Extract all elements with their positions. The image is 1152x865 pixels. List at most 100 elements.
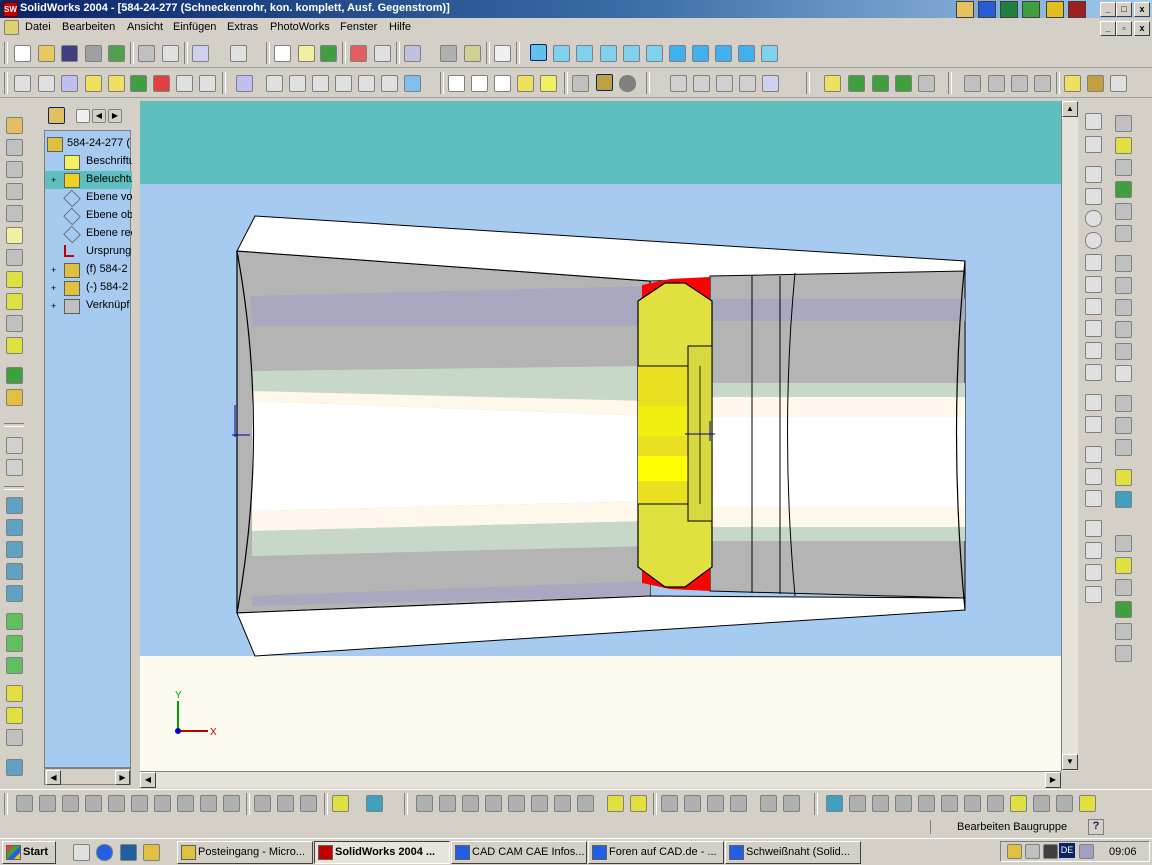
section-tool-icon[interactable] (6, 541, 23, 558)
tool-40-icon[interactable] (1010, 795, 1027, 812)
outlook-app-icon[interactable] (1046, 1, 1064, 18)
scroll-left-icon[interactable]: ◀ (46, 770, 61, 785)
tray-1-icon[interactable] (1007, 844, 1022, 859)
feature-17-icon[interactable] (1115, 491, 1132, 508)
tool-22-icon[interactable] (554, 795, 571, 812)
quick-launch-media-icon[interactable] (120, 844, 137, 861)
tray-4-icon[interactable] (1079, 844, 1094, 859)
tool-10-icon[interactable] (223, 795, 240, 812)
minimize-button[interactable]: _ (1100, 2, 1116, 17)
open-icon[interactable] (38, 45, 55, 62)
three-point-arc-icon[interactable] (1085, 276, 1102, 293)
tool-4-icon[interactable] (85, 795, 102, 812)
preview-icon[interactable] (162, 45, 179, 62)
color-icon[interactable] (350, 45, 367, 62)
zebra-icon[interactable] (693, 75, 710, 92)
tool-12-icon[interactable] (277, 795, 294, 812)
feature-19-icon[interactable] (1115, 557, 1132, 574)
tangent-arc-icon[interactable] (1085, 254, 1102, 271)
view-bottom-icon[interactable] (646, 45, 663, 62)
task-solidworks[interactable]: SolidWorks 2004 ... (314, 841, 450, 864)
tray-2-icon[interactable] (1025, 844, 1040, 859)
feature-15-icon[interactable] (1115, 439, 1132, 456)
linear-pattern-icon[interactable] (1085, 520, 1102, 537)
project-app-icon[interactable] (1022, 1, 1040, 18)
tool-19-icon[interactable] (485, 795, 502, 812)
status-help-button[interactable]: ? (1088, 819, 1104, 835)
feature-tree-tab-icon[interactable] (48, 107, 65, 124)
sketch-tool-icon[interactable] (6, 437, 23, 454)
sketch-icon[interactable] (298, 45, 315, 62)
extrude-icon[interactable] (6, 459, 23, 476)
feature-10-icon[interactable] (1115, 321, 1132, 338)
arrow-tool-icon[interactable] (1064, 75, 1081, 92)
explode-line-icon[interactable] (6, 389, 23, 406)
surface-icon[interactable] (6, 613, 23, 630)
undo-icon[interactable] (192, 45, 209, 62)
normal-to-icon[interactable] (738, 45, 755, 62)
document-icon[interactable] (4, 20, 19, 35)
zoom-in-out-icon[interactable] (312, 75, 329, 92)
feature-8-icon[interactable] (1115, 277, 1132, 294)
line-tool-icon[interactable] (848, 75, 865, 92)
centerpoint-arc-icon[interactable] (1085, 232, 1102, 249)
view-dimetric-icon[interactable] (715, 45, 732, 62)
pan-icon[interactable] (381, 75, 398, 92)
tool-42-icon[interactable] (1056, 795, 1073, 812)
ruler-icon[interactable] (762, 75, 779, 92)
chain-icon[interactable] (1110, 75, 1127, 92)
tool-28-icon[interactable] (707, 795, 724, 812)
gear-tool-icon[interactable] (1087, 75, 1104, 92)
paste-icon[interactable] (199, 75, 216, 92)
task-outlook[interactable]: Posteingang - Micro... (177, 841, 313, 864)
circle-icon[interactable] (1085, 210, 1102, 227)
tool-43-icon[interactable] (1079, 795, 1096, 812)
tool-6-icon[interactable] (131, 795, 148, 812)
smart-mates-icon[interactable] (824, 75, 841, 92)
tool-39-icon[interactable] (987, 795, 1004, 812)
hide-show-icon[interactable] (6, 139, 23, 156)
feature-7-icon[interactable] (1115, 255, 1132, 272)
feature-3-icon[interactable] (1115, 159, 1132, 176)
tool-24-icon[interactable] (607, 795, 624, 812)
tool-9-icon[interactable] (200, 795, 217, 812)
fillet-icon[interactable] (1085, 298, 1102, 315)
word-app-icon[interactable] (978, 1, 996, 18)
tool-23-icon[interactable] (577, 795, 594, 812)
clock-icon[interactable] (153, 75, 170, 92)
expand-icon[interactable]: + (51, 283, 56, 293)
view-front-icon[interactable] (530, 44, 547, 61)
menu-photoworks[interactable]: PhotoWorks (270, 21, 330, 33)
doc-restore-button[interactable]: ▫ (1116, 21, 1132, 36)
tool-11-icon[interactable] (254, 795, 271, 812)
mate-tool-icon[interactable] (918, 75, 935, 92)
spline-icon[interactable] (1085, 342, 1102, 359)
change-transparency-icon[interactable] (6, 161, 23, 178)
note-icon[interactable] (85, 75, 102, 92)
record-icon[interactable] (988, 75, 1005, 92)
tool-5-icon[interactable] (108, 795, 125, 812)
menu-fenster[interactable]: Fenster (340, 21, 377, 33)
tab-scroll-left-icon[interactable]: ◀ (92, 109, 106, 123)
tool-41-icon[interactable] (1033, 795, 1050, 812)
save-icon[interactable] (61, 45, 78, 62)
tool-17-icon[interactable] (439, 795, 456, 812)
feature-23-icon[interactable] (1115, 645, 1132, 662)
view-link-icon[interactable] (761, 45, 778, 62)
tree-item-right-plane[interactable]: Ebene rechts (45, 225, 132, 243)
tool-13-icon[interactable] (300, 795, 317, 812)
tool-2-icon[interactable] (39, 795, 56, 812)
tree-item-front-plane[interactable]: Ebene vorne (45, 189, 132, 207)
view-top-icon[interactable] (623, 45, 640, 62)
feature-4-icon[interactable] (1115, 181, 1132, 198)
tool-30-icon[interactable] (760, 795, 777, 812)
tool-26-icon[interactable] (661, 795, 678, 812)
feature-2-icon[interactable] (1115, 137, 1132, 154)
feature-1-icon[interactable] (1115, 115, 1132, 132)
realview-icon[interactable] (619, 75, 636, 92)
tool-33-icon[interactable] (849, 795, 866, 812)
sketch-line-icon[interactable] (1085, 166, 1102, 183)
quick-launch-desktop-icon[interactable] (73, 844, 90, 861)
circular-pattern-icon[interactable] (1085, 542, 1102, 559)
hidden-lines-removed-icon[interactable] (494, 75, 511, 92)
